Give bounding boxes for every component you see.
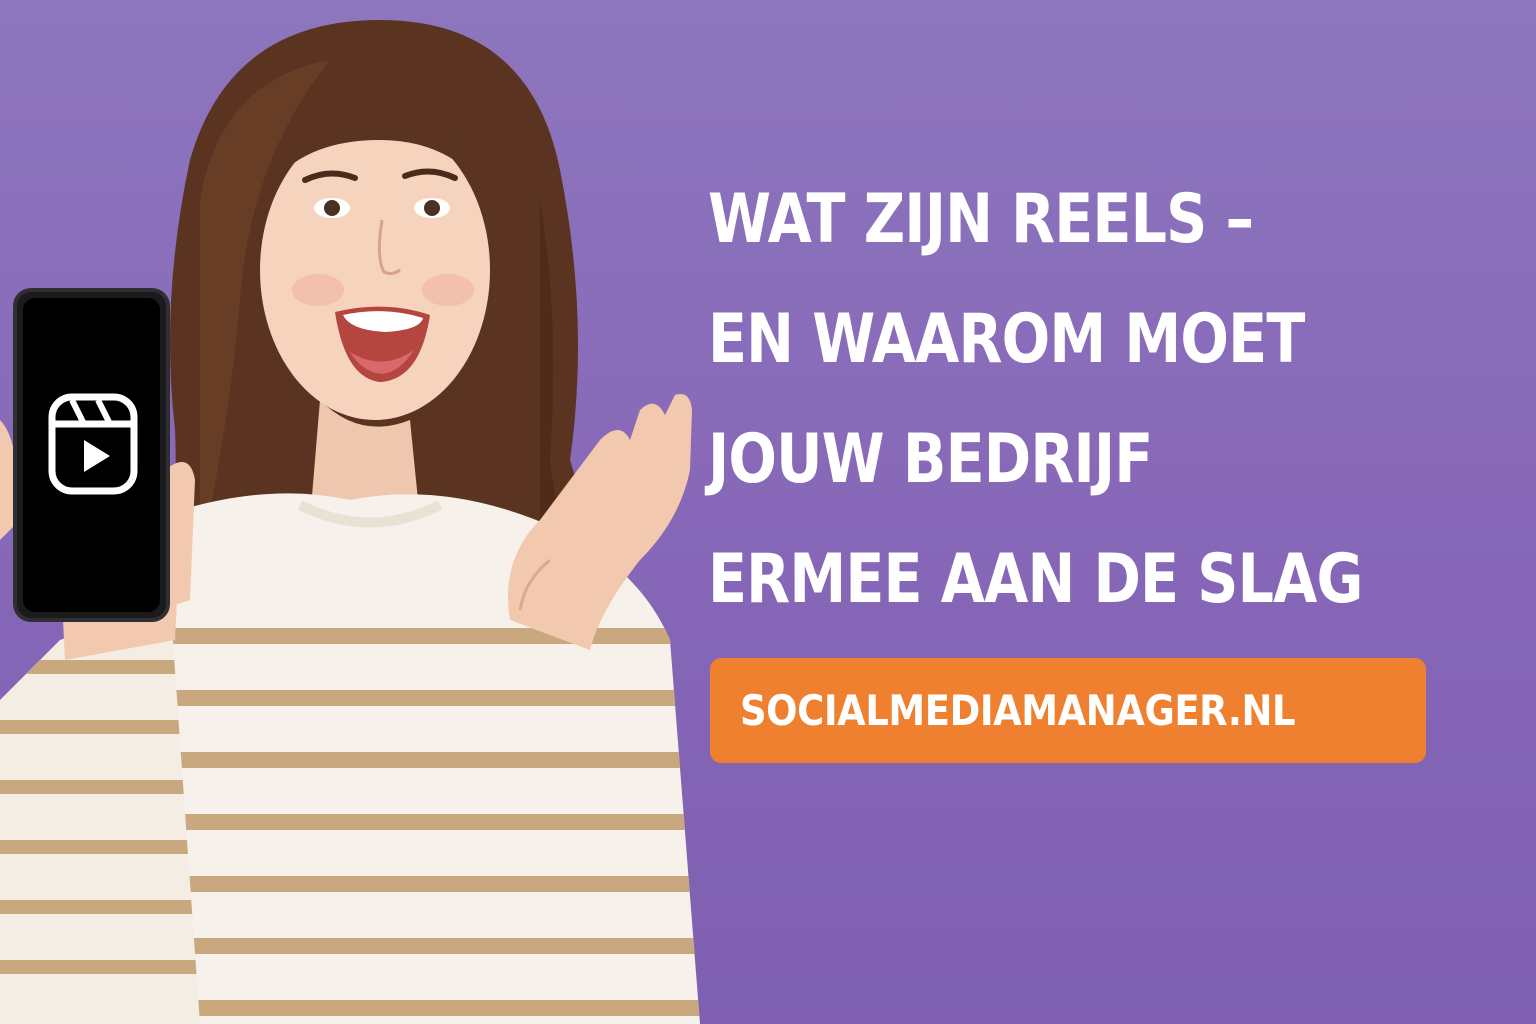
headline-line-3: JOUW BEDRIJF [708,420,1153,499]
banner: WAT ZIJN REELS – EN WAAROM MOET JOUW BED… [0,0,1536,1024]
headline-line-4: ERMEE AAN DE SLAG [708,540,1363,619]
woman-with-phone-illustration [0,20,700,1024]
headline: WAT ZIJN REELS – EN WAAROM MOET JOUW BED… [708,160,1404,640]
website-cta-button[interactable]: SOCIALMEDIAMANAGER.NL [710,658,1426,763]
phone [13,288,170,622]
website-cta-label: SOCIALMEDIAMANAGER.NL [740,686,1296,735]
headline-line-1: WAT ZIJN REELS – [708,180,1254,259]
headline-line-2: EN WAAROM MOET [708,300,1305,379]
